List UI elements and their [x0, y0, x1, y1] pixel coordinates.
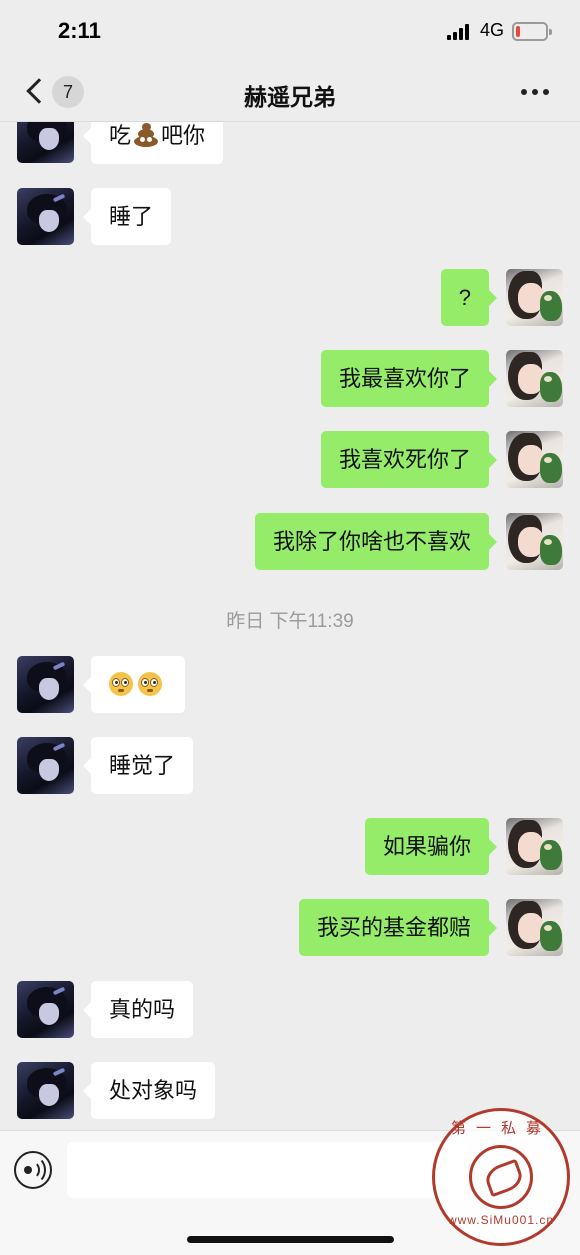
flushed-face-emoji-icon	[138, 672, 162, 696]
message-text: ?	[458, 285, 471, 310]
self-avatar[interactable]	[506, 513, 563, 570]
network-type: 4G	[480, 20, 505, 40]
battery-icon	[512, 22, 552, 41]
message-list[interactable]: 吃 吧你 睡了 ? 我最喜欢你了 我喜欢死你了 我除了你啥也不喜欢 昨日 下午11…	[0, 122, 580, 1130]
voice-icon[interactable]	[14, 1151, 52, 1189]
chat-title: 赫遥兄弟	[244, 84, 336, 110]
self-avatar[interactable]	[506, 431, 563, 488]
watermark-logo-icon	[469, 1145, 533, 1209]
contact-avatar[interactable]	[17, 1062, 74, 1119]
contact-avatar[interactable]	[17, 737, 74, 794]
self-avatar[interactable]	[506, 818, 563, 875]
message-bubble[interactable]: 吃 吧你	[82, 122, 224, 164]
message-bubble[interactable]: 真的吗	[82, 981, 194, 1038]
message-bubble[interactable]: 睡觉了	[82, 737, 194, 794]
flushed-face-emoji-icon	[109, 672, 133, 696]
message-text: 我喜欢死你了	[338, 447, 471, 472]
signal-icon	[447, 24, 473, 40]
more-dots-icon[interactable]	[518, 86, 552, 98]
self-avatar[interactable]	[506, 350, 563, 407]
message-bubble[interactable]: 我喜欢死你了	[320, 431, 498, 488]
message-bubble[interactable]	[83, 656, 185, 713]
watermark-stamp: 第一私募 www.SiMu001.cn	[432, 1108, 570, 1246]
status-time: 2:11	[58, 18, 101, 43]
message-bubble[interactable]: 我最喜欢你了	[320, 350, 498, 407]
contact-avatar[interactable]	[17, 981, 74, 1038]
watermark-url-text: www.SiMu001.cn	[447, 1213, 555, 1227]
message-text: 我买的基金都赔	[316, 915, 471, 940]
battery-level	[516, 26, 520, 37]
message-bubble[interactable]: ?	[440, 269, 498, 326]
message-text: 吃	[109, 123, 132, 148]
message-text: 如果骗你	[382, 834, 471, 859]
message-text: 睡了	[109, 204, 154, 229]
message-text: 真的吗	[109, 997, 176, 1022]
contact-avatar[interactable]	[17, 122, 74, 163]
message-bubble[interactable]: 我买的基金都赔	[298, 899, 498, 956]
self-avatar[interactable]	[506, 269, 563, 326]
chat-header: 7 赫遥兄弟	[0, 64, 580, 122]
self-avatar[interactable]	[506, 899, 563, 956]
contact-avatar[interactable]	[17, 656, 74, 713]
message-bubble[interactable]: 睡了	[82, 188, 172, 245]
message-text: 我除了你啥也不喜欢	[272, 529, 471, 554]
message-input[interactable]	[67, 1142, 467, 1198]
message-text: 吧你	[161, 123, 206, 148]
home-indicator[interactable]	[187, 1236, 394, 1243]
message-text: 我最喜欢你了	[338, 366, 471, 391]
message-text: 处对象吗	[109, 1078, 198, 1103]
message-bubble[interactable]: 处对象吗	[82, 1062, 216, 1119]
status-bar: 2:11 4G	[0, 0, 580, 64]
message-bubble[interactable]: 如果骗你	[364, 818, 498, 875]
watermark-top-text: 第一私募	[450, 1120, 551, 1137]
contact-avatar[interactable]	[17, 188, 74, 245]
message-timestamp: 昨日 下午11:39	[226, 611, 354, 632]
message-bubble[interactable]: 我除了你啥也不喜欢	[254, 513, 498, 570]
poop-emoji-icon	[133, 123, 159, 147]
message-text: 睡觉了	[109, 753, 176, 778]
